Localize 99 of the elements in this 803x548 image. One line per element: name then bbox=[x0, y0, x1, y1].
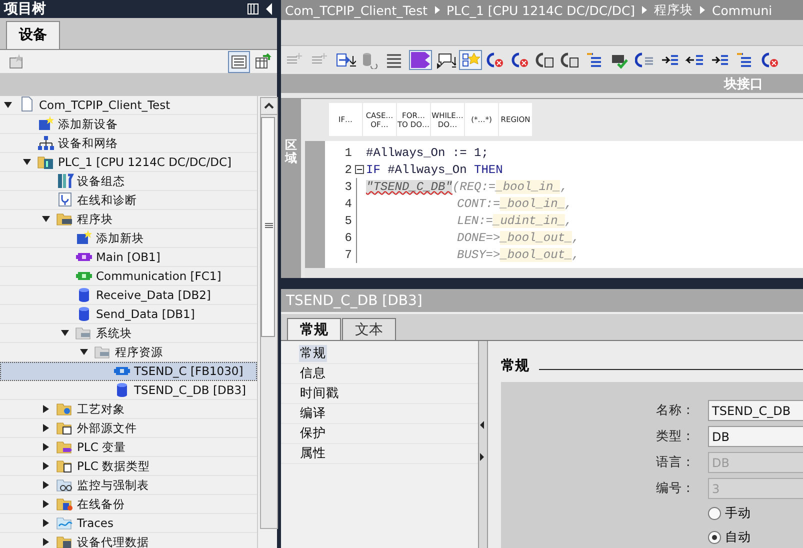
nav-item[interactable]: 属性 bbox=[299, 445, 327, 462]
code-line: #Allways_On := 1; bbox=[366, 146, 488, 160]
arrow-block-icon bbox=[535, 51, 556, 69]
line-number: 1 bbox=[344, 146, 352, 160]
collapsed-arrow-icon[interactable] bbox=[42, 538, 50, 546]
panel-title: 项目树 bbox=[4, 0, 46, 18]
field-label: 类型 : bbox=[656, 428, 692, 445]
breadcrumb-arrow-icon bbox=[642, 6, 648, 14]
radio-button[interactable] bbox=[708, 507, 721, 520]
input-field[interactable]: TSEND_C_DB bbox=[708, 400, 803, 421]
field-label: 名称 : bbox=[656, 402, 692, 419]
tree-item[interactable]: Send_Data [DB1] bbox=[0, 305, 257, 324]
line-number: 7 bbox=[344, 248, 352, 262]
line-number: 6 bbox=[344, 230, 352, 244]
line-number: 5 bbox=[344, 214, 352, 228]
network-icon bbox=[37, 134, 55, 152]
device-wrench-icon bbox=[56, 172, 74, 190]
grip-icon bbox=[265, 223, 273, 229]
panel-layout-icon[interactable] bbox=[247, 3, 259, 15]
breadcrumb-arrow-icon bbox=[434, 6, 440, 14]
radio-label: 自动 bbox=[725, 529, 751, 546]
tab[interactable]: 设备 bbox=[6, 21, 60, 49]
table-arrow-icon bbox=[254, 52, 272, 70]
expanded-arrow-icon[interactable] bbox=[4, 101, 12, 109]
tree-item[interactable]: Traces bbox=[0, 514, 257, 533]
input-field[interactable]: DB bbox=[708, 426, 803, 447]
collapsed-arrow-icon[interactable] bbox=[42, 462, 50, 470]
arrow-delete-icon bbox=[510, 51, 531, 69]
tree-item[interactable]: 设备组态 bbox=[0, 172, 257, 191]
tab[interactable]: 文本 bbox=[342, 318, 396, 340]
tree-item[interactable]: PLC_1 [CPU 1214C DC/DC/DC] bbox=[0, 153, 257, 172]
code-line: IF #Allways_On THEN bbox=[366, 162, 503, 176]
tree-item[interactable]: 监控与强制表 bbox=[0, 476, 257, 495]
collapsed-arrow-icon[interactable] bbox=[42, 443, 50, 451]
tree-item[interactable]: TSEND_C [FB1030] bbox=[0, 362, 257, 381]
tree-item[interactable]: Receive_Data [DB2] bbox=[0, 286, 257, 305]
tree-item[interactable]: TSEND_C_DB [DB3] bbox=[0, 381, 257, 400]
comment-icon bbox=[435, 51, 456, 69]
radio-option[interactable]: 手动 bbox=[708, 504, 803, 523]
tree-item[interactable]: 添加新设备 bbox=[0, 115, 257, 134]
list-icon bbox=[230, 52, 248, 70]
arrow-delete-icon bbox=[760, 51, 781, 69]
tree-item[interactable]: 添加新块 bbox=[0, 229, 257, 248]
breadcrumb-arrow-icon bbox=[700, 6, 706, 14]
field-label: 语言 : bbox=[656, 454, 692, 471]
stethoscope-icon bbox=[56, 191, 74, 209]
nav-item[interactable]: 保护 bbox=[299, 425, 327, 442]
nav-item[interactable]: 常规 bbox=[299, 345, 327, 362]
collapsed-arrow-icon[interactable] bbox=[42, 500, 50, 508]
code-line: "TSEND_C_DB"(REQ:=_bool_in_, bbox=[366, 180, 568, 194]
tree-item[interactable]: 在线备份 bbox=[0, 495, 257, 514]
collapse-panel-icon[interactable] bbox=[265, 3, 273, 15]
nav-item[interactable]: 编译 bbox=[299, 405, 327, 422]
star-icon bbox=[460, 51, 481, 69]
tree-item[interactable]: 系统块 bbox=[0, 324, 257, 343]
tree-item[interactable]: 外部源文件 bbox=[0, 419, 257, 438]
add-star-icon bbox=[7, 52, 25, 70]
export-icon bbox=[335, 51, 356, 69]
add-star-icon bbox=[37, 115, 55, 133]
tree-item[interactable]: PLC 变量 bbox=[0, 438, 257, 457]
line-number: 4 bbox=[344, 196, 352, 210]
expanded-arrow-icon[interactable] bbox=[42, 215, 50, 223]
tree-item[interactable]: 工艺对象 bbox=[0, 400, 257, 419]
tree-item[interactable]: 程序块 bbox=[0, 210, 257, 229]
tree-item[interactable]: Communication [FC1] bbox=[0, 267, 257, 286]
arrow-list-icon bbox=[635, 51, 656, 69]
scrollbar[interactable] bbox=[260, 97, 278, 529]
tree-item[interactable]: Com_TCPIP_Client_Test bbox=[0, 96, 257, 115]
tree-item[interactable]: 在线和诊断 bbox=[0, 191, 257, 210]
expanded-arrow-icon[interactable] bbox=[80, 348, 88, 356]
line-number: 3 bbox=[344, 180, 352, 194]
collapsed-arrow-icon[interactable] bbox=[42, 405, 50, 413]
nav-item[interactable]: 时间戳 bbox=[299, 385, 340, 402]
arrow-block-icon bbox=[560, 51, 581, 69]
section-heading: 常规 bbox=[501, 357, 529, 375]
collapsed-arrow-icon[interactable] bbox=[42, 424, 50, 432]
tab[interactable]: 常规 bbox=[287, 318, 341, 340]
collapsed-arrow-icon[interactable] bbox=[42, 481, 50, 489]
collapsed-arrow-icon[interactable] bbox=[42, 519, 50, 527]
toolbar-button[interactable] bbox=[459, 50, 482, 70]
radio-option[interactable]: 自动 bbox=[708, 528, 803, 547]
radio-label: 手动 bbox=[725, 505, 751, 522]
expanded-arrow-icon[interactable] bbox=[61, 329, 69, 337]
toolbar-button[interactable] bbox=[228, 50, 250, 72]
nav-item[interactable]: 信息 bbox=[299, 365, 327, 382]
line-number: 2 bbox=[344, 162, 352, 176]
tree-item[interactable]: 设备和网络 bbox=[0, 134, 257, 153]
arrow-delete-icon bbox=[485, 51, 506, 69]
add-star-icon bbox=[75, 229, 93, 247]
panel-title: TSEND_C_DB [DB3] bbox=[281, 289, 803, 312]
tag-icon bbox=[410, 51, 431, 69]
tree-item[interactable]: Main [OB1] bbox=[0, 248, 257, 267]
radio-button[interactable] bbox=[708, 531, 721, 544]
fold-toggle-icon[interactable] bbox=[354, 165, 364, 174]
tree-item[interactable]: 设备代理数据 bbox=[0, 533, 257, 548]
scrollbar-thumb[interactable] bbox=[261, 117, 275, 337]
tree-item[interactable]: PLC 数据类型 bbox=[0, 457, 257, 476]
field-label: 编号 : bbox=[656, 480, 692, 497]
expanded-arrow-icon[interactable] bbox=[23, 158, 31, 166]
